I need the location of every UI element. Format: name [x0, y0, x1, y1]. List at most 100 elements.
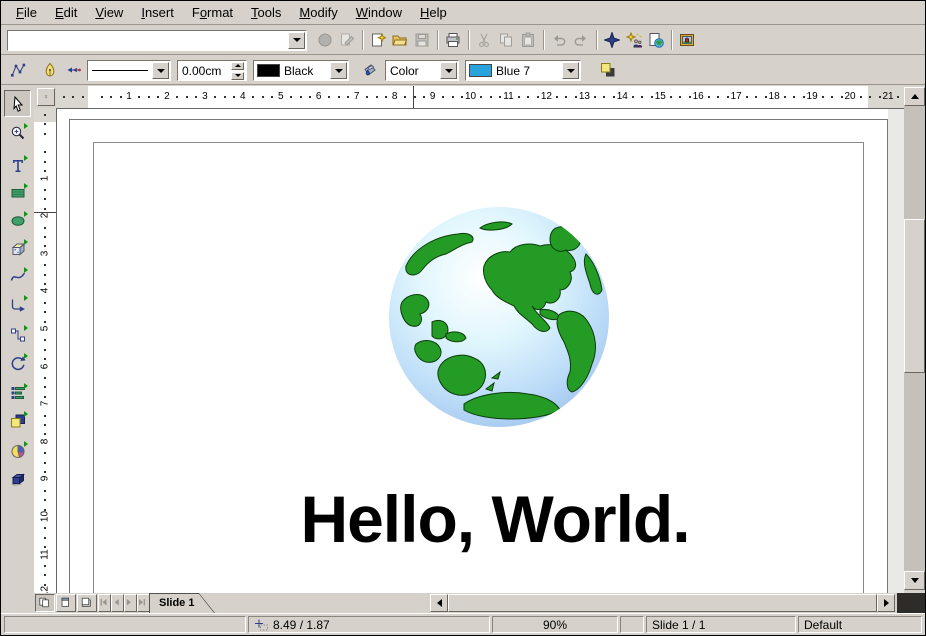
- drawing-canvas[interactable]: Hello, World.: [56, 108, 904, 593]
- scroll-up-button[interactable]: [904, 87, 925, 106]
- url-dropdown-arrow[interactable]: [288, 32, 305, 49]
- fill-type-dropdown-arrow[interactable]: [440, 62, 457, 79]
- open-button[interactable]: [389, 29, 411, 51]
- line-width-up-button[interactable]: [231, 62, 244, 70]
- rotate-tool[interactable]: [4, 349, 31, 376]
- vertical-scrollbar[interactable]: [904, 87, 925, 590]
- last-slide-button[interactable]: [137, 594, 150, 612]
- ruler-tick: [44, 349, 46, 351]
- redo-button[interactable]: [570, 29, 592, 51]
- nav-next-icon: [124, 597, 137, 610]
- ruler-tick: [44, 198, 46, 200]
- cut-button[interactable]: [473, 29, 495, 51]
- menu-edit[interactable]: Edit: [46, 2, 86, 23]
- menu-window[interactable]: Window: [347, 2, 411, 23]
- text-tool[interactable]: [4, 151, 31, 178]
- menu-format[interactable]: Format: [183, 2, 242, 23]
- vertical-ruler[interactable]: 123456789101112: [34, 108, 56, 593]
- scroll-left-button[interactable]: [430, 594, 448, 612]
- ruler-tick: [44, 565, 46, 567]
- framed-picture-icon: [679, 32, 695, 48]
- line-style-select[interactable]: [87, 60, 171, 81]
- ruler-tick: [376, 96, 378, 98]
- menu-modify[interactable]: Modify: [290, 2, 346, 23]
- shadow-button[interactable]: [597, 59, 619, 81]
- menu-tools[interactable]: Tools: [242, 2, 290, 23]
- line-width-down-button[interactable]: [231, 72, 244, 80]
- ruler-tick: [44, 574, 46, 576]
- load-url-combobox[interactable]: [7, 30, 307, 51]
- ruler-number: 7: [40, 396, 51, 412]
- ruler-number: 17: [728, 91, 744, 102]
- 3d-objects-tool[interactable]: [4, 235, 31, 262]
- ruler-number: 20: [842, 91, 858, 102]
- new-document-button[interactable]: [367, 29, 389, 51]
- undo-button[interactable]: [548, 29, 570, 51]
- horizontal-scroll-thumb[interactable]: [448, 594, 877, 612]
- slide-tab[interactable]: Slide 1: [149, 593, 215, 613]
- master-view-button[interactable]: [56, 594, 76, 612]
- previous-slide-button[interactable]: [111, 594, 124, 612]
- web-document-button[interactable]: [645, 29, 667, 51]
- fill-type-select[interactable]: Color: [385, 60, 459, 81]
- rectangle-tool[interactable]: [4, 179, 31, 206]
- url-input[interactable]: [8, 33, 287, 48]
- arrow-ends-button[interactable]: [63, 59, 85, 81]
- slide-view-button[interactable]: [35, 594, 55, 612]
- 3d-effects-tool[interactable]: [4, 465, 31, 492]
- ellipse-tool[interactable]: [4, 207, 31, 234]
- ruler-tick: [82, 96, 84, 98]
- status-zoom-cell[interactable]: 90%: [492, 616, 618, 633]
- slide-title-text[interactable]: Hello, World.: [300, 481, 689, 557]
- next-slide-button[interactable]: [124, 594, 137, 612]
- menu-file[interactable]: File: [7, 2, 46, 23]
- line-style-dropdown-arrow[interactable]: [152, 62, 169, 79]
- menu-insert[interactable]: Insert: [132, 2, 183, 23]
- ruler-tick: [793, 96, 795, 98]
- connector-tool[interactable]: [4, 321, 31, 348]
- vertical-scroll-thumb[interactable]: [904, 219, 925, 373]
- lines-arrows-tool[interactable]: [4, 291, 31, 318]
- ruler-tick: [44, 236, 46, 238]
- horizontal-ruler[interactable]: 123456789101112131415161718192021: [56, 86, 904, 109]
- globe-image[interactable]: [388, 205, 610, 429]
- ruler-number: 9: [40, 471, 51, 487]
- line-width-stepper[interactable]: 0.00cm: [177, 60, 247, 81]
- stop-button[interactable]: [314, 29, 336, 51]
- insert-tool[interactable]: [4, 437, 31, 464]
- fill-color-select[interactable]: Blue 7: [465, 60, 581, 81]
- ruler-origin-button[interactable]: [37, 88, 55, 106]
- fill-color-dropdown-arrow[interactable]: [562, 62, 579, 79]
- arrange-tool[interactable]: [4, 407, 31, 434]
- menu-help[interactable]: Help: [411, 2, 456, 23]
- edit-file-button[interactable]: [336, 29, 358, 51]
- zoom-tool[interactable]: [4, 119, 31, 146]
- save-button[interactable]: [411, 29, 433, 51]
- ruler-tick: [63, 96, 65, 98]
- curve-tool[interactable]: [4, 263, 31, 290]
- print-button[interactable]: [442, 29, 464, 51]
- copy-button[interactable]: [495, 29, 517, 51]
- line-color-dropdown-arrow[interactable]: [330, 62, 347, 79]
- scroll-down-button[interactable]: [904, 571, 925, 590]
- ruler-tick: [556, 96, 558, 98]
- layer-view-button[interactable]: [77, 594, 97, 612]
- gallery-button[interactable]: [676, 29, 698, 51]
- select-tool[interactable]: [4, 90, 31, 117]
- ruler-tick: [44, 339, 46, 341]
- ruler-number: 6: [40, 358, 51, 374]
- first-slide-button[interactable]: [98, 594, 111, 612]
- menu-view[interactable]: View: [86, 2, 132, 23]
- autopilot-button[interactable]: [623, 29, 645, 51]
- shadow-icon: [600, 62, 616, 78]
- scroll-right-button[interactable]: [877, 594, 895, 612]
- alignment-tool[interactable]: [4, 379, 31, 406]
- statusbar: 8.49 / 1.87 90% Slide 1 / 1 Default: [1, 613, 925, 635]
- paste-button[interactable]: [517, 29, 539, 51]
- wizard-sparkle-icon: [626, 32, 642, 48]
- fill-can-button[interactable]: [359, 59, 381, 81]
- line-color-select[interactable]: Black: [253, 60, 349, 81]
- line-pen-button[interactable]: [39, 59, 61, 81]
- navigator-button[interactable]: [601, 29, 623, 51]
- edit-points-button[interactable]: [7, 59, 29, 81]
